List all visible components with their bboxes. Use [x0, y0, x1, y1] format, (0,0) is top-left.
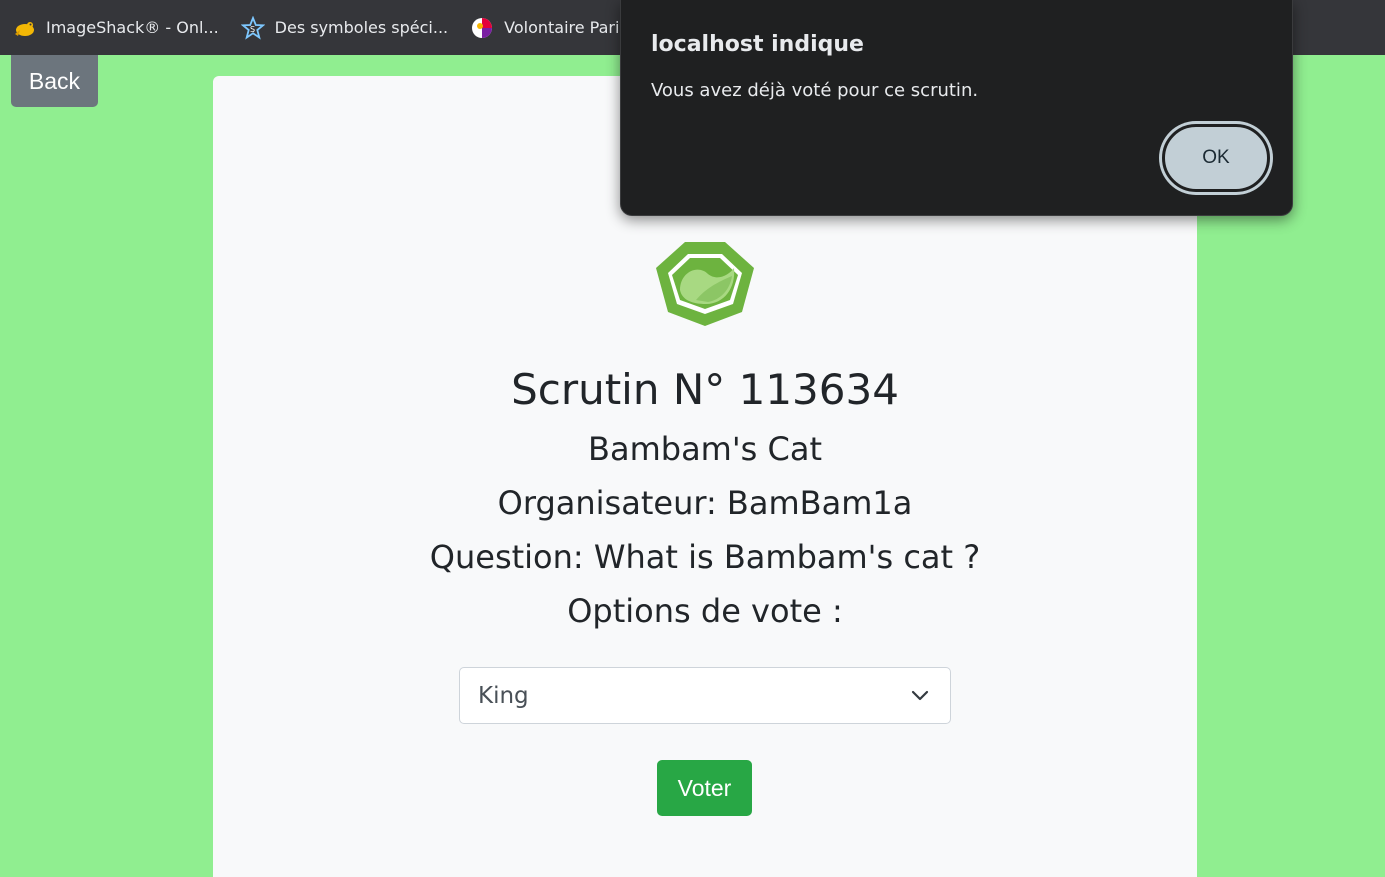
bookmark-label: ImageShack® - Onl... [46, 18, 219, 37]
bookmark-imageshack[interactable]: ImageShack® - Onl... [12, 10, 229, 46]
star-icon: S [240, 15, 265, 40]
volunteer-logo-icon [470, 16, 494, 40]
scrutin-name: Bambam's Cat [588, 430, 822, 468]
chevron-down-icon [911, 690, 929, 701]
vote-option-select[interactable]: King [459, 667, 951, 724]
alert-dialog: localhost indique Vous avez déjà voté po… [620, 0, 1293, 216]
dialog-message: Vous avez déjà voté pour ce scrutin. [651, 80, 979, 101]
question-text: Question: What is Bambam's cat ? [429, 538, 981, 576]
bookmark-label: Des symboles spéci... [274, 18, 449, 37]
back-button[interactable]: Back [11, 55, 98, 107]
dialog-title: localhost indique [651, 32, 864, 57]
imageshack-frog-icon [12, 16, 36, 40]
organizer-text: Organisateur: BamBam1a [497, 484, 913, 522]
vote-button[interactable]: Voter [657, 760, 752, 816]
ok-button[interactable]: OK [1162, 124, 1270, 192]
scrutin-title: Scrutin N° 113634 [511, 365, 899, 414]
options-heading: Options de vote : [567, 592, 843, 630]
svg-text:S: S [250, 25, 255, 34]
bookmark-symboles[interactable]: S Des symboles spéci... [240, 10, 458, 46]
bookmark-volontaire[interactable]: Volontaire Paris [470, 10, 638, 46]
selected-option: King [478, 682, 529, 709]
bookmark-label: Volontaire Paris [504, 18, 628, 37]
spring-leaf-logo-icon [656, 242, 754, 326]
